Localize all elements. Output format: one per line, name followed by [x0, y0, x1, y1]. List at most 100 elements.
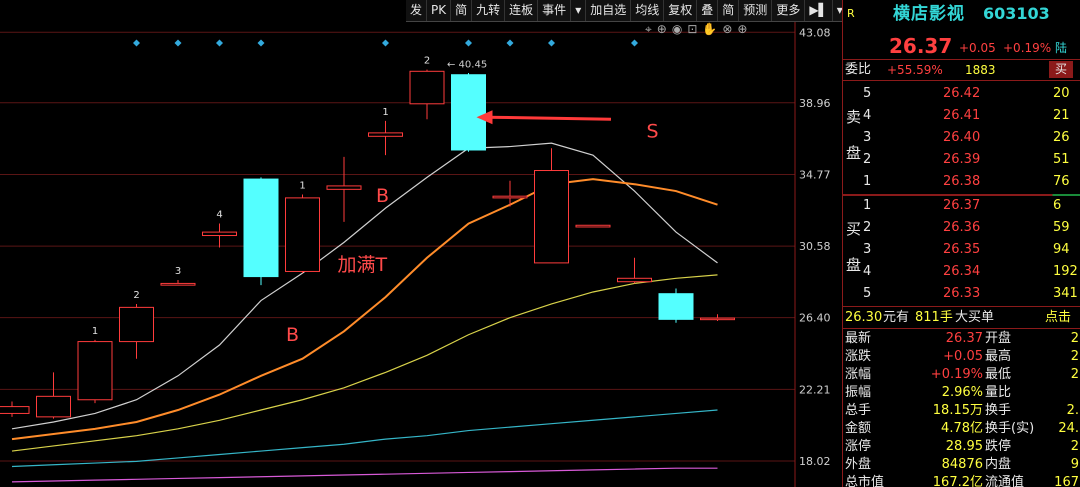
y-tick-label: 26.40	[799, 312, 831, 325]
bid-price: 26.36	[943, 220, 981, 235]
candle-body	[160, 282, 196, 286]
bid-volume: 6	[1053, 198, 1062, 213]
toolbar-button-14[interactable]: ▶▌	[805, 0, 833, 21]
candle-body	[243, 178, 279, 278]
stats-row: 总手 18.15万 换手 2.	[843, 402, 1080, 420]
crosshair-icon[interactable]: ⌖	[645, 22, 652, 37]
price-row: 26.37 +0.05 +0.19% 陆	[843, 36, 1080, 56]
stat-value: 2.96%	[941, 385, 983, 400]
annotation-label: 加满T	[338, 254, 388, 276]
exchange-badge: 陆	[1055, 41, 1068, 55]
stats-row: 振幅 2.96% 量比	[843, 384, 1080, 402]
bid-volume: 59	[1053, 220, 1070, 235]
bid-side-label: 买	[846, 220, 862, 238]
toolbar-button-1[interactable]: PK	[427, 0, 452, 21]
stat-label-2: 内盘	[985, 457, 1012, 472]
quote-header: R 横店影视 603103	[843, 4, 1080, 24]
ask-volume: 26	[1053, 130, 1070, 145]
stats-row: 涨停 28.95 跌停 2	[843, 438, 1080, 456]
candle-count-label: 2	[424, 56, 430, 67]
candle-body	[36, 395, 71, 418]
toolbar-button-8[interactable]: 均线	[631, 0, 665, 21]
ask-price: 26.41	[943, 108, 981, 123]
toolbar-button-4[interactable]: 连板	[505, 0, 539, 21]
big-order-label: 大买单	[955, 310, 995, 325]
stat-value: 26.37	[945, 331, 983, 346]
ask-volume: 51	[1053, 152, 1070, 167]
stat-label-2: 开盘	[985, 331, 1012, 346]
bid-row[interactable]: 1 26.37 6	[843, 196, 1080, 216]
stat-value: 4.78亿	[941, 421, 983, 436]
signal-diamond-marker	[382, 39, 389, 47]
bid-row[interactable]: 5 26.33 341	[843, 284, 1080, 304]
add-circle-icon[interactable]: ⊕	[737, 22, 747, 37]
big-order-row: 26.30 元有 811手 大买单 点击	[843, 308, 1080, 328]
ask-price: 26.42	[943, 86, 981, 101]
toolbar-button-5[interactable]: 事件	[538, 0, 572, 21]
stat-value-2: 9	[1070, 457, 1079, 472]
toolbar-button-2[interactable]: 简	[451, 0, 473, 21]
stats-row: 总市值 167.2亿 流通值 167	[843, 474, 1080, 487]
toolbar-button-12[interactable]: 预测	[739, 0, 773, 21]
weibi-label: 委比	[845, 62, 872, 77]
annotation-label: S	[647, 120, 659, 142]
toolbar-button-3[interactable]: 九转	[472, 0, 506, 21]
toolbar-button-0[interactable]: 发	[406, 0, 428, 21]
bid-volume: 94	[1053, 242, 1070, 257]
hand-icon[interactable]: ✋	[702, 22, 717, 37]
candle-body	[77, 341, 113, 401]
toolbar-button-9[interactable]: 复权	[664, 0, 698, 21]
chart-toolbar: 发 PK 简九转 连板 事件 ▾ 加自选 均线 复权叠简预测 更多 ▶▌ ▾	[406, 0, 848, 22]
zoom-icon[interactable]: ⊕	[657, 22, 667, 37]
stat-value-2: 167	[1054, 475, 1079, 487]
ma-line-MA120	[11, 467, 718, 483]
ask-row[interactable]: 4 26.41 21	[843, 106, 1080, 126]
ask-price: 26.38	[943, 174, 981, 189]
candle-body	[0, 406, 30, 414]
toolbar-button-11[interactable]: 简	[718, 0, 740, 21]
big-order-link[interactable]: 点击	[1045, 308, 1071, 328]
candle-body	[617, 277, 652, 283]
bid-row[interactable]: 2 26.36 59	[843, 218, 1080, 238]
stat-value: +0.05	[943, 349, 983, 364]
kline-chart[interactable]: 43.08 38.96 34.77 30.58 26.40 22.21 18.02 1 2 3 4 1…	[0, 0, 848, 487]
stat-label: 振幅	[845, 385, 872, 400]
bid-row[interactable]: 3 26.35 94	[843, 240, 1080, 260]
ma-line-MA5	[11, 142, 718, 430]
eye-icon[interactable]: ◉	[672, 22, 682, 37]
signal-diamond-marker	[548, 39, 555, 47]
kline-svg[interactable]: 43.08 38.96 34.77 30.58 26.40 22.21 18.02 1 2 3 4 1…	[0, 0, 842, 487]
ask-level: 4	[863, 108, 872, 123]
toolbar-button-6[interactable]: ▾	[571, 0, 587, 21]
ask-row[interactable]: 2 26.39 51	[843, 150, 1080, 170]
candle-body	[285, 197, 320, 272]
candle-count-label: 4	[216, 210, 222, 221]
stat-label: 最新	[845, 331, 872, 346]
ask-row[interactable]: 3 26.40 26	[843, 128, 1080, 148]
ask-row[interactable]: 5 26.42 20	[843, 84, 1080, 104]
ask-row[interactable]: 1 26.38 76	[843, 172, 1080, 192]
toolbar-button-10[interactable]: 叠	[697, 0, 719, 21]
quote-tag: R	[847, 7, 855, 20]
big-order-price: 26.30	[845, 310, 883, 325]
stat-label: 总市值	[845, 475, 885, 487]
stats-row: 涨幅 +0.19% 最低 2	[843, 366, 1080, 384]
stat-value-2: 2	[1070, 349, 1079, 364]
sell-button[interactable]: 买	[1049, 61, 1074, 78]
ask-volume: 21	[1053, 108, 1070, 123]
stat-label: 外盘	[845, 457, 872, 472]
candle-count-label: 1	[299, 180, 305, 191]
stat-label: 金额	[845, 421, 872, 436]
ask-side-label: 盘	[846, 144, 862, 162]
toolbar-button-7[interactable]: 加自选	[586, 0, 632, 21]
candle-body	[658, 293, 694, 320]
lock-icon[interactable]: ⊡	[687, 22, 697, 37]
bid-volume: 192	[1053, 264, 1078, 279]
toolbar-button-13[interactable]: 更多	[772, 0, 806, 21]
bid-volume: 341	[1053, 286, 1078, 301]
stats-row: 最新 26.37 开盘 2	[843, 330, 1080, 348]
y-tick-label: 43.08	[799, 26, 831, 39]
close-circle-icon[interactable]: ⊗	[722, 22, 732, 37]
bid-row[interactable]: 4 26.34 192	[843, 262, 1080, 282]
stats-row: 涨跌 +0.05 最高 2	[843, 348, 1080, 366]
